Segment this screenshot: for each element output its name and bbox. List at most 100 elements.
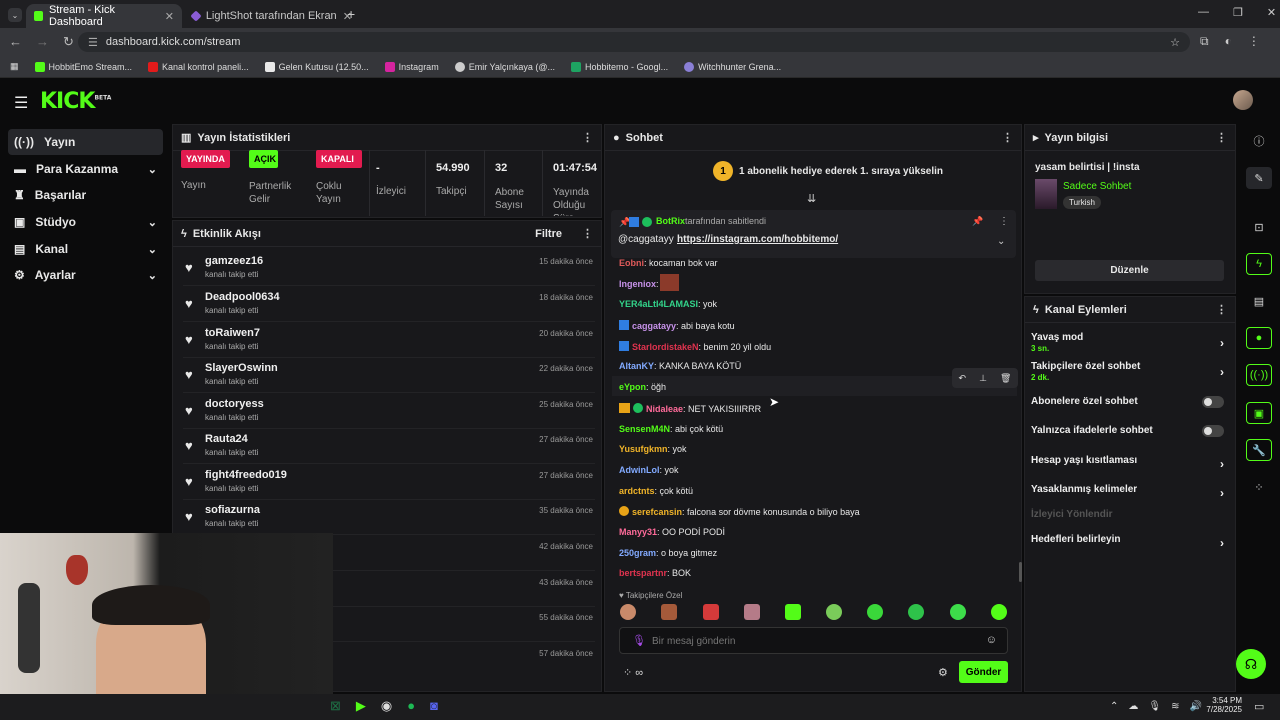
new-tab-icon[interactable]: + <box>347 6 355 22</box>
send-button[interactable]: Gönder <box>959 661 1008 683</box>
bookmark-item[interactable]: Instagram <box>384 61 439 72</box>
obs-icon[interactable]: ◉ <box>381 698 392 714</box>
discord-icon[interactable]: ◙ <box>430 698 438 714</box>
info-icon[interactable]: ⓘ <box>1246 130 1272 152</box>
reply-icon[interactable]: ↶ <box>959 373 967 384</box>
forward-icon[interactable]: → <box>36 34 49 50</box>
goals-option[interactable]: Hedefleri belirleyin › <box>1031 534 1226 550</box>
sidebar-item-ayarlar[interactable]: ⚙ Ayarlar ⌄ <box>8 262 163 288</box>
chat-input[interactable] <box>652 633 972 649</box>
emote-button[interactable] <box>661 604 677 620</box>
tab-stream-dashboard[interactable]: Stream - Kick Dashboard ✕ <box>26 4 182 28</box>
support-headset-icon[interactable]: ☊ <box>1236 649 1266 679</box>
bookmark-item[interactable]: Kanal kontrol paneli... <box>148 61 249 72</box>
microphone-icon[interactable]: 🎙 <box>632 634 646 647</box>
wifi-icon[interactable]: ≋ <box>1171 701 1179 712</box>
sidebar-item-basarilar[interactable]: ♜ Başarılar <box>8 182 163 208</box>
mic-icon[interactable]: 🎙 <box>1148 701 1161 712</box>
more-options-icon[interactable]: ⋮ <box>1216 303 1227 316</box>
banned-words-option[interactable]: Yasaklanmış kelimeler › <box>1031 484 1226 500</box>
game-icon[interactable]: ▶ <box>356 698 366 714</box>
close-icon[interactable]: ✕ <box>165 10 174 23</box>
extensions-icon[interactable]: ⧉ <box>1200 34 1209 49</box>
kick-logo[interactable]: KICKBETA <box>40 89 111 114</box>
clock[interactable]: 3:54 PM 7/28/2025 <box>1204 696 1242 714</box>
slow-mode-option[interactable]: Yavaş mod 3 sn. › <box>1031 332 1226 354</box>
collapse-icon[interactable]: ⇊ <box>807 192 816 205</box>
sidebar-item-yayin[interactable]: ((·)) Yayın <box>8 129 163 155</box>
subscribers-only-toggle[interactable] <box>1202 396 1224 408</box>
close-window-icon[interactable]: ✕ <box>1267 6 1276 19</box>
account-age-option[interactable]: Hesap yaşı kısıtlaması › <box>1031 455 1226 471</box>
more-options-icon[interactable]: ⋮ <box>999 216 1009 227</box>
more-options-icon[interactable]: ⋮ <box>582 131 593 144</box>
profile-icon[interactable]: ◐ <box>1225 34 1232 49</box>
sidebar-item-para-kazanma[interactable]: ▬ Para Kazanma ⌄ <box>8 156 163 182</box>
spotify-icon[interactable]: ● <box>407 698 415 714</box>
bookmark-item[interactable]: Hobbitemo - Googl... <box>571 61 668 72</box>
chevron-down-icon[interactable]: ⌄ <box>997 236 1005 247</box>
tray-expand-icon[interactable]: ⌃ <box>1110 701 1118 712</box>
sidebar-item-kanal[interactable]: ▤ Kanal ⌄ <box>8 236 163 262</box>
more-options-icon[interactable]: ⋮ <box>1002 131 1013 144</box>
emote-button[interactable] <box>703 604 719 620</box>
category-link[interactable]: Sadece Sohbet <box>1063 181 1131 192</box>
volume-icon[interactable]: 🔊 <box>1189 701 1201 712</box>
edit-button[interactable]: Düzenle <box>1035 260 1224 281</box>
bookmark-item[interactable]: Gelen Kutusu (12.50... <box>264 61 369 72</box>
restore-icon[interactable]: ❐ <box>1233 6 1243 19</box>
emote-button[interactable] <box>826 604 842 620</box>
emote-button[interactable] <box>744 604 760 620</box>
broadcast-icon[interactable]: ((·)) <box>1246 364 1272 386</box>
pinned-link[interactable]: https://instagram.com/hobbitemo/ <box>677 234 838 245</box>
emote-button[interactable] <box>867 604 883 620</box>
emote-button[interactable] <box>950 604 966 620</box>
edit-pencil-icon[interactable]: ✎ <box>1246 167 1272 189</box>
filter-button[interactable]: Filtre <box>535 228 562 240</box>
notifications-icon[interactable]: ▭ <box>1254 700 1264 713</box>
chat-input-box[interactable]: 🎙 ☺ <box>619 627 1008 654</box>
video-icon[interactable]: ▣ <box>1246 402 1272 424</box>
emote-button[interactable] <box>620 604 636 620</box>
sidebar-item-studyo[interactable]: ▣ Stüdyo ⌄ <box>8 209 163 235</box>
document-icon[interactable]: ▤ <box>1246 290 1272 312</box>
bookmark-item[interactable]: HobbitEmo Stream... <box>34 61 132 72</box>
address-bar[interactable]: ☰ dashboard.kick.com/stream ☆ <box>78 32 1190 52</box>
emoji-icon[interactable]: ☺ <box>986 634 997 646</box>
more-options-icon[interactable]: ⋮ <box>1216 131 1227 144</box>
pin-icon[interactable]: ⊥ <box>979 373 987 384</box>
chat-bubble-icon[interactable]: ● <box>1246 327 1272 349</box>
wrench-icon[interactable]: 🔧 <box>1246 439 1272 461</box>
lightning-icon[interactable]: ϟ <box>1246 253 1272 275</box>
settings-gear-icon[interactable]: ⚙ <box>938 666 948 679</box>
screen-capture-icon[interactable]: ⊡ <box>1246 216 1272 238</box>
reload-icon[interactable]: ↻ <box>63 34 74 50</box>
network-icon[interactable]: ☁ <box>1128 701 1138 712</box>
menu-icon[interactable]: ⋮ <box>1248 34 1260 49</box>
emote-button[interactable] <box>785 604 801 620</box>
gift-banner-text[interactable]: 1 abonelik hediye ederek 1. sıraya yükse… <box>739 166 943 177</box>
minimize-icon[interactable]: — <box>1198 6 1209 19</box>
site-info-icon[interactable]: ☰ <box>88 36 98 49</box>
emote-button[interactable] <box>908 604 924 620</box>
points-icon[interactable]: ⁘ ∞ <box>623 666 643 679</box>
back-icon[interactable]: ← <box>9 34 22 50</box>
more-options-icon[interactable]: ⋮ <box>582 227 593 240</box>
bookmark-item[interactable]: Witchhunter Grena... <box>684 61 781 72</box>
unpin-icon[interactable]: 📌 <box>972 216 983 227</box>
bookmark-item[interactable]: Emir Yalçınkaya (@... <box>454 61 555 72</box>
apps-icon[interactable]: ▦ <box>10 61 19 72</box>
bookmark-star-icon[interactable]: ☆ <box>1170 36 1180 49</box>
followers-only-option[interactable]: Takipçilere özel sohbet 2 dk. › <box>1031 361 1226 383</box>
user-avatar[interactable] <box>1233 90 1253 110</box>
community-icon[interactable]: ⁘ <box>1246 476 1272 498</box>
hamburger-menu-icon[interactable]: ☰ <box>14 93 28 113</box>
excel-icon[interactable]: ⊠ <box>330 698 341 714</box>
emote-button[interactable] <box>991 604 1007 620</box>
chat-scrollbar[interactable] <box>1019 562 1022 582</box>
tab-lightshot[interactable]: LightShot tarafından Ekran Gör ✕ <box>184 4 360 28</box>
tab-search-icon[interactable]: ⌄ <box>8 8 22 22</box>
delete-icon[interactable]: 🗑 <box>1000 373 1011 384</box>
emotes-only-toggle[interactable] <box>1202 425 1224 437</box>
pinned-by-user[interactable]: BotRix <box>656 216 685 226</box>
